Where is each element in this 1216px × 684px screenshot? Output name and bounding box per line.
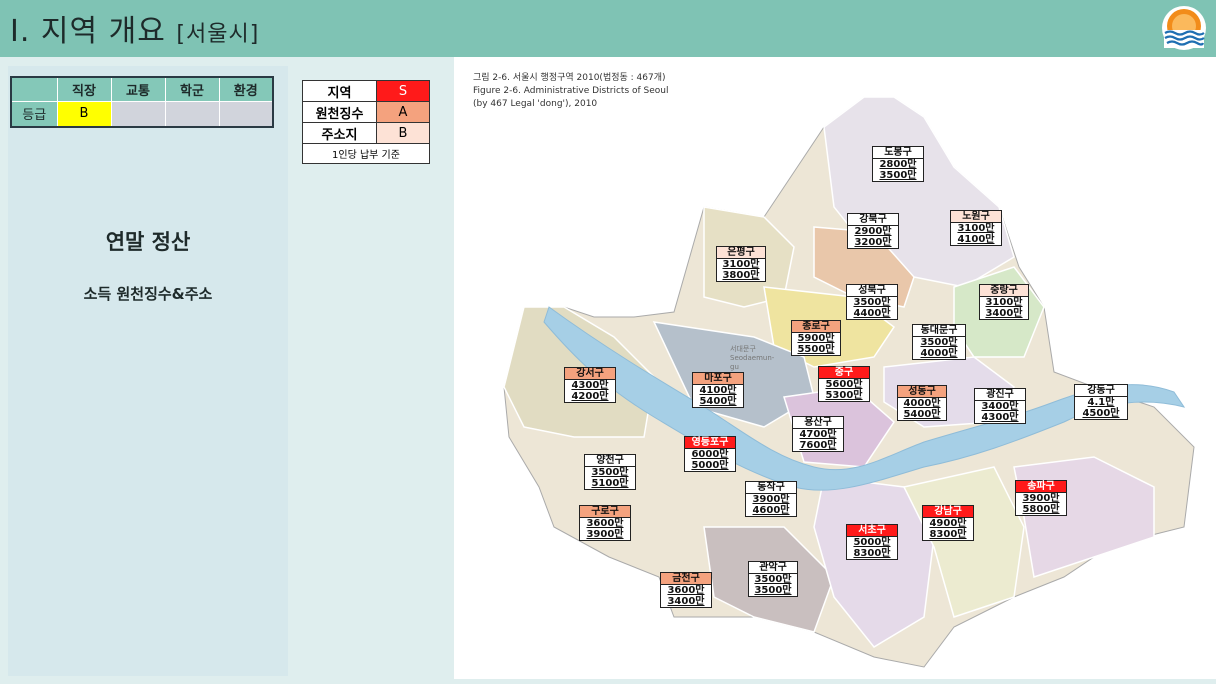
legend-label: 원천징수 (302, 101, 377, 123)
district-label: 강서구 4300만 4200만 (564, 367, 616, 403)
legend-row: 주소지 B (302, 122, 430, 144)
grade-col-header: 직장 (56, 76, 112, 102)
district-label: 노원구 3100만 4100만 (950, 210, 1002, 246)
map-caption-line: Figure 2-6. Administrative Districts of … (473, 86, 669, 96)
grade-table-row: 등급 B (10, 100, 274, 128)
district-label: 마포구 4100만 5400만 (692, 372, 744, 408)
district-label: 강동구 4.1만 4500만 (1074, 384, 1128, 420)
map-caption: 그림 2-6. 서울시 행정구역 2010(법정동 : 467개) Figure… (473, 72, 669, 111)
grade-cell (110, 100, 166, 128)
grade-cell: B (56, 100, 112, 128)
district-label: 구로구 3600만 3900만 (579, 505, 631, 541)
district-label: 관악구 3500만 3500만 (748, 561, 798, 597)
district-label: 동대문구 3500만 4000만 (912, 324, 966, 360)
map-caption-line: (by 467 Legal 'dong'), 2010 (473, 99, 598, 109)
district-label: 동작구 3900만 4600만 (745, 481, 797, 517)
page-title: I. 지역 개요 [서울시] (10, 6, 259, 50)
district-label: 중구 5600만 5300만 (818, 366, 870, 402)
grade-col-header: 환경 (218, 76, 274, 102)
district-label: 용산구 4700만 7600만 (792, 416, 844, 452)
map-caption-line: 그림 2-6. 서울시 행정구역 2010(법정동 : 467개) (473, 73, 666, 83)
grade-col-header: 학군 (164, 76, 220, 102)
legend-grade-swatch: B (376, 122, 430, 144)
district-label: 양천구 3500만 5100만 (584, 454, 636, 490)
district-label: 영등포구 6000만 5000만 (684, 436, 736, 472)
grade-table-corner (10, 76, 58, 102)
sun-wave-logo-icon (1162, 6, 1206, 50)
legend-row: 원천징수 A (302, 101, 430, 123)
district-label: 송파구 3900만 5800만 (1015, 480, 1067, 516)
legend-note: 1인당 납부 기준 (302, 143, 430, 164)
grade-table-header-row: 직장 교통 학군 환경 (10, 76, 274, 102)
grade-row-label: 등급 (10, 100, 58, 128)
grade-cell (218, 100, 274, 128)
legend-label: 지역 (302, 80, 377, 102)
district-label: 성북구 3500만 4400만 (846, 284, 898, 320)
legend-row: 지역 S (302, 80, 430, 102)
district-label: 강남구 4900만 8300만 (922, 505, 974, 541)
map-inline-label: 서대문구 Seodaemun-gu (730, 345, 775, 371)
legend-note-row: 1인당 납부 기준 (302, 143, 430, 164)
grade-legend: 지역 S 원천징수 A 주소지 B 1인당 납부 기준 (302, 80, 430, 164)
grade-table: 직장 교통 학군 환경 등급 B (10, 76, 274, 128)
legend-grade-swatch: S (376, 80, 430, 102)
panel-heading: 연말 정산 (105, 230, 191, 254)
panel-subheading: 소득 원천징수&주소 (83, 285, 213, 303)
district-label: 도봉구 2800만 3500만 (872, 146, 924, 182)
title-subtitle: [서울시] (176, 22, 260, 47)
left-panel (8, 66, 288, 676)
district-label: 금천구 3600만 3400만 (660, 572, 712, 608)
district-label: 서초구 5000만 8300만 (846, 524, 898, 560)
legend-label: 주소지 (302, 122, 377, 144)
district-label: 중랑구 3100만 3400만 (979, 284, 1029, 320)
legend-grade-swatch: A (376, 101, 430, 123)
district-label: 종로구 5900만 5500만 (791, 320, 841, 356)
district-label: 광진구 3400만 4300만 (974, 388, 1026, 424)
district-label: 강북구 2900만 3200만 (847, 213, 899, 249)
grade-cell (164, 100, 220, 128)
title-text: I. 지역 개요 (10, 14, 166, 49)
district-label: 성동구 4000만 5400만 (897, 385, 947, 421)
grade-col-header: 교통 (110, 76, 166, 102)
district-label: 은평구 3100만 3800만 (716, 246, 766, 282)
